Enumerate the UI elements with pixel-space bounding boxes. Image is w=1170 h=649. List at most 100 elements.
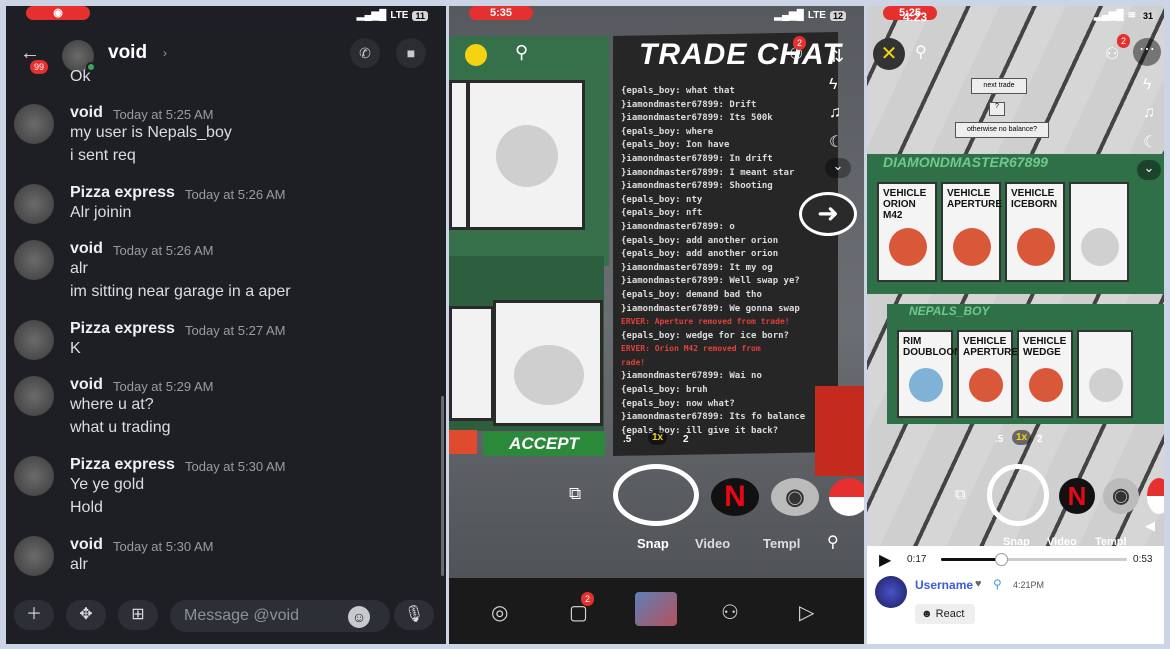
avatar[interactable] [875, 576, 907, 608]
author-name[interactable]: void [70, 376, 103, 394]
voice-call-icon[interactable]: ✆ [350, 38, 380, 68]
avatar[interactable] [14, 104, 54, 144]
camera-tab-icon[interactable] [635, 592, 677, 626]
bottom-nav: ◎ ▢ 2 ⚇ ▷ [449, 578, 864, 644]
zoom-2[interactable]: 2 [683, 434, 689, 445]
item-card: RIM DOUBLOON [897, 330, 961, 418]
shutter-button[interactable] [613, 464, 699, 526]
item-card [1077, 330, 1133, 418]
username[interactable]: Username [915, 578, 973, 592]
close-icon[interactable]: ✕ [873, 38, 905, 70]
carrier-label: LTE [390, 10, 409, 21]
avatar[interactable] [14, 240, 54, 280]
overlay-time: 4:23 [903, 10, 928, 24]
video-call-icon[interactable]: ■ [396, 38, 426, 68]
gorilla-lens[interactable]: ◉ [771, 478, 819, 516]
chat-line: }iamondmaster67899: I meant star [621, 167, 795, 178]
search-icon[interactable]: ⚲ [515, 42, 528, 63]
flash-off-icon[interactable]: ϟ [1143, 76, 1151, 94]
volume-icon[interactable]: ◀ [1145, 518, 1155, 534]
scrollbar[interactable] [441, 396, 444, 576]
gorilla-lens[interactable]: ◉ [1103, 478, 1139, 514]
post-time: 4:21PM [1013, 580, 1045, 590]
author-name[interactable]: Pizza express [70, 320, 175, 338]
lens-search-icon[interactable]: ⚲ [827, 532, 839, 552]
map-icon[interactable]: ◎ [491, 600, 508, 625]
mode-snap[interactable]: Snap [637, 536, 669, 551]
mode-video[interactable]: Video [695, 536, 730, 551]
emoji-icon[interactable]: ☺ [348, 606, 370, 628]
message-text: alr [70, 556, 88, 573]
friends-icon[interactable]: ⚇ [721, 600, 739, 625]
shutter-button[interactable] [987, 464, 1049, 526]
author-name[interactable]: void [70, 240, 103, 258]
item-card: VEHICLE ORION M42 [877, 182, 937, 282]
seek-handle[interactable] [994, 553, 1008, 566]
react-button[interactable]: ☻ React [915, 604, 975, 624]
avatar[interactable] [14, 376, 54, 416]
gift-button[interactable]: ⊞ [118, 600, 158, 630]
snapchat-camera-panel: ACCEPT TRADE CHAT {epals_boy: what that}… [449, 6, 864, 644]
zoom-2[interactable]: 2 [1037, 434, 1043, 445]
avatar[interactable] [14, 320, 54, 360]
author-name[interactable]: Pizza express [70, 184, 175, 202]
duration: 0:53 [1133, 554, 1153, 565]
battery-level: 12 [829, 10, 846, 21]
netflix-lens[interactable]: N [1059, 478, 1095, 514]
zoom-1x[interactable]: 1x [1012, 430, 1032, 445]
accept-button: ACCEPT [483, 432, 605, 456]
memories-icon[interactable]: ⧉ [569, 484, 581, 504]
spotlight-icon[interactable]: ▷ [799, 600, 814, 625]
bitmoji-avatar-icon[interactable] [465, 44, 487, 66]
item-card: VEHICLE APERTURE [941, 182, 1002, 282]
zoom-1x[interactable]: 1x [648, 430, 668, 445]
chat-line: {epals_boy: what that [621, 86, 735, 96]
microphone-button[interactable]: 🎙 [394, 600, 434, 630]
message-text: i sent req [70, 147, 136, 164]
author-name[interactable]: void [70, 104, 103, 122]
seek-bar[interactable] [941, 553, 1127, 566]
zoom-half[interactable]: .5 [623, 434, 631, 445]
pokeball-lens[interactable] [829, 478, 864, 516]
mode-templates[interactable]: Templ [763, 536, 800, 551]
avatar[interactable] [14, 184, 54, 224]
message-text: alr [70, 260, 88, 277]
timestamp: Today at 5:26 AM [113, 243, 214, 258]
night-mode-icon[interactable]: ☾ [1143, 132, 1157, 152]
chevron-right-icon[interactable]: › [163, 46, 167, 60]
carrier-label: LTE [807, 10, 826, 21]
chat-line: }iamondmaster67899: In drift [621, 153, 773, 164]
chevron-down-icon[interactable]: ⌄ [825, 158, 851, 178]
timestamp: Today at 5:30 AM [113, 539, 214, 554]
avatar[interactable] [14, 456, 54, 496]
item-card: VEHICLE WEDGE [1017, 330, 1073, 418]
music-icon[interactable]: ♫ [1143, 104, 1155, 122]
empty-slot [496, 125, 558, 187]
message-text: Ok [70, 68, 91, 85]
sign-question: ? [989, 102, 1005, 116]
chat-line: }iamondmaster67899: o [621, 221, 735, 232]
author-name[interactable]: Pizza express [70, 456, 175, 474]
apps-button[interactable]: ✥ [66, 600, 106, 630]
flip-camera-icon[interactable]: ⇅ [829, 46, 844, 67]
flash-off-icon[interactable]: ϟ [829, 76, 837, 94]
heart-icon: ♥ [975, 578, 982, 590]
item-image [909, 368, 943, 402]
night-mode-icon[interactable]: ☾ [829, 132, 843, 152]
item-image [889, 228, 927, 266]
memories-icon[interactable]: ⧉ [955, 486, 966, 503]
play-icon[interactable]: ▶ [879, 550, 891, 570]
zoom-half[interactable]: .5 [995, 434, 1003, 445]
music-icon[interactable]: ♫ [829, 104, 841, 122]
signal-icon: ▂▄▆█ [774, 10, 804, 21]
search-icon[interactable]: ⚲ [915, 42, 927, 62]
pokeball-lens[interactable] [1147, 478, 1164, 514]
add-attachment-button[interactable]: ＋ [14, 600, 54, 630]
dm-title[interactable]: void [108, 42, 147, 64]
author-name[interactable]: void [70, 536, 103, 554]
chevron-down-icon[interactable]: ⌄ [1137, 160, 1161, 180]
netflix-lens[interactable]: N [711, 478, 759, 516]
more-options-icon[interactable]: ⋯ [1133, 38, 1161, 66]
avatar[interactable] [14, 536, 54, 576]
add-friend-icon[interactable]: ⚇ [1105, 44, 1119, 64]
